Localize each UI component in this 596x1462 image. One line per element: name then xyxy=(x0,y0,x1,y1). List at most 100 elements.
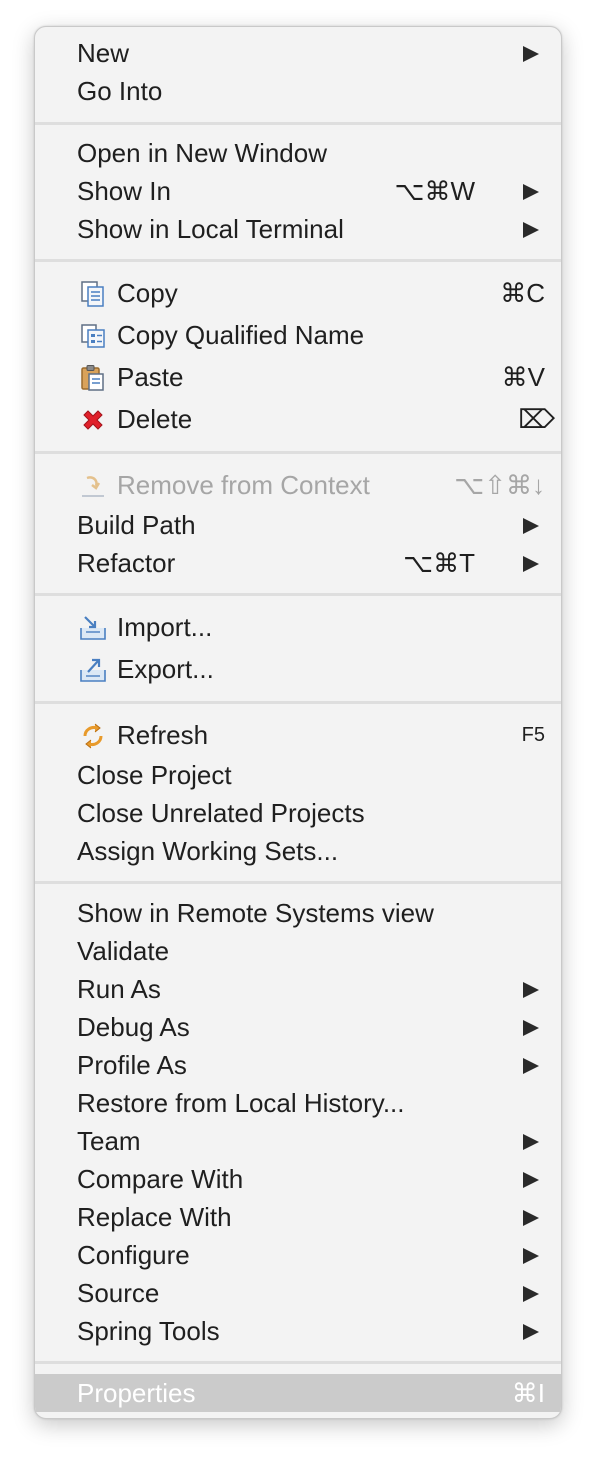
menu-item-configure-label: Configure xyxy=(77,1240,190,1270)
copy-icon xyxy=(81,281,104,307)
menu-item-copy-label: Copy xyxy=(117,278,178,308)
menu-item-show-in-shortcut: ⌥⌘W xyxy=(394,176,475,206)
menu-separator xyxy=(35,122,561,125)
menu-item-go-into-label: Go Into xyxy=(77,76,163,106)
menu-item-close-project-label: Close Project xyxy=(77,760,232,790)
submenu-arrow-icon xyxy=(523,1020,539,1036)
menu-item-show-in-local-terminal-label: Show in Local Terminal xyxy=(77,214,344,244)
menu-item-remove-from-context-label: Remove from Context xyxy=(117,470,370,500)
submenu-arrow-icon xyxy=(523,184,539,200)
menu-separator xyxy=(35,259,561,262)
menu-item-paste[interactable]: Paste ⌘V xyxy=(35,358,561,396)
menu-item-build-path[interactable]: Build Path xyxy=(35,506,561,544)
menu-item-copy-qualified-name-label: Copy Qualified Name xyxy=(117,320,365,350)
menu-item-refresh[interactable]: Refresh F5 xyxy=(35,716,561,754)
paste-icon xyxy=(81,365,104,391)
menu-separator xyxy=(35,593,561,596)
menu-item-paste-shortcut: ⌘V xyxy=(501,362,545,392)
submenu-arrow-icon xyxy=(523,1210,539,1226)
remove-context-icon xyxy=(82,476,104,497)
menu-item-copy-qualified-name[interactable]: Copy Qualified Name xyxy=(35,316,561,354)
submenu-arrow-icon xyxy=(523,1134,539,1150)
menu-item-restore-from-local-history-label: Restore from Local History... xyxy=(77,1088,405,1118)
menu-item-refresh-label: Refresh xyxy=(117,720,209,750)
menu-item-close-project[interactable]: Close Project xyxy=(35,756,561,794)
menu-item-team-label: Team xyxy=(77,1126,141,1156)
menu-item-show-in-remote-systems-view-label: Show in Remote Systems view xyxy=(77,898,434,928)
menu-item-refresh-shortcut: F5 xyxy=(521,724,545,746)
menu-item-properties[interactable]: Properties ⌘I xyxy=(35,1374,561,1412)
menu-item-import[interactable]: Import... xyxy=(35,608,561,646)
menu-item-run-as-label: Run As xyxy=(77,974,161,1004)
menu-item-profile-as[interactable]: Profile As xyxy=(35,1046,561,1084)
menu-item-profile-as-label: Profile As xyxy=(77,1050,187,1080)
menu-item-team[interactable]: Team xyxy=(35,1122,561,1160)
refresh-icon xyxy=(83,723,103,749)
menu-separator xyxy=(35,1361,561,1364)
menu-item-compare-with-label: Compare With xyxy=(77,1164,244,1194)
menu-item-replace-with-label: Replace With xyxy=(77,1202,232,1232)
menu-item-copy-shortcut: ⌘C xyxy=(500,278,545,308)
submenu-arrow-icon xyxy=(523,222,539,238)
copy-qualified-name-icon xyxy=(81,324,105,348)
menu-item-close-unrelated-projects[interactable]: Close Unrelated Projects xyxy=(35,794,561,832)
submenu-arrow-icon xyxy=(523,982,539,998)
submenu-arrow-icon xyxy=(523,1058,539,1074)
menu-item-validate[interactable]: Validate xyxy=(35,932,561,970)
menu-separator xyxy=(35,451,561,454)
submenu-arrow-icon xyxy=(523,1248,539,1264)
menu-item-configure[interactable]: Configure xyxy=(35,1236,561,1274)
menu-item-source-label: Source xyxy=(77,1278,160,1308)
menu-separator xyxy=(35,881,561,884)
menu-item-new[interactable]: New xyxy=(35,34,561,72)
menu-item-close-unrelated-projects-label: Close Unrelated Projects xyxy=(77,798,365,828)
menu-item-spring-tools-label: Spring Tools xyxy=(77,1316,220,1346)
menu-item-assign-working-sets[interactable]: Assign Working Sets... xyxy=(35,832,561,870)
menu-item-show-in[interactable]: Show In ⌥⌘W xyxy=(35,172,561,210)
menu-item-compare-with[interactable]: Compare With xyxy=(35,1160,561,1198)
menu-item-build-path-label: Build Path xyxy=(77,510,196,540)
menu-item-remove-from-context[interactable]: Remove from Context ⌥⇧⌘↓ xyxy=(35,466,561,504)
submenu-arrow-icon xyxy=(523,1172,539,1188)
menu-item-go-into[interactable]: Go Into xyxy=(35,72,561,110)
menu-item-properties-shortcut: ⌘I xyxy=(511,1378,545,1408)
menu-item-export-label: Export... xyxy=(117,654,214,684)
menu-item-new-label: New xyxy=(77,38,130,68)
menu-item-open-in-new-window-label: Open in New Window xyxy=(77,138,327,168)
import-icon xyxy=(80,616,106,640)
menu-item-properties-label: Properties xyxy=(77,1378,196,1408)
menu-item-delete[interactable]: Delete ⌦ xyxy=(35,400,561,438)
menu-separator xyxy=(35,701,561,704)
menu-item-delete-label: Delete xyxy=(117,404,193,434)
menu-item-import-label: Import... xyxy=(117,612,213,642)
menu-item-assign-working-sets-label: Assign Working Sets... xyxy=(77,836,339,866)
menu-item-refactor[interactable]: Refactor ⌥⌘T xyxy=(35,544,561,582)
menu-item-delete-shortcut: ⌦ xyxy=(518,404,555,434)
menu-item-replace-with[interactable]: Replace With xyxy=(35,1198,561,1236)
submenu-arrow-icon xyxy=(523,518,539,534)
menu-item-show-in-label: Show In xyxy=(77,176,171,206)
menu-item-spring-tools[interactable]: Spring Tools xyxy=(35,1312,561,1350)
menu-item-paste-label: Paste xyxy=(117,362,184,392)
menu-item-debug-as[interactable]: Debug As xyxy=(35,1008,561,1046)
menu-item-remove-from-context-shortcut: ⌥⇧⌘↓ xyxy=(454,470,545,500)
menu-item-show-in-local-terminal[interactable]: Show in Local Terminal xyxy=(35,210,561,248)
submenu-arrow-icon xyxy=(523,46,539,62)
delete-icon xyxy=(83,410,103,430)
menu-item-show-in-remote-systems-view[interactable]: Show in Remote Systems view xyxy=(35,894,561,932)
submenu-arrow-icon xyxy=(523,1324,539,1340)
menu-item-refactor-label: Refactor xyxy=(77,548,176,578)
menu-item-debug-as-label: Debug As xyxy=(77,1012,190,1042)
menu-item-source[interactable]: Source xyxy=(35,1274,561,1312)
export-icon xyxy=(80,658,106,682)
menu-item-validate-label: Validate xyxy=(77,936,170,966)
submenu-arrow-icon xyxy=(523,556,539,572)
menu-item-export[interactable]: Export... xyxy=(35,650,561,688)
menu-item-restore-from-local-history[interactable]: Restore from Local History... xyxy=(35,1084,561,1122)
menu-item-open-in-new-window[interactable]: Open in New Window xyxy=(35,134,561,172)
context-menu: New Go Into Open in New Window Show In ⌥… xyxy=(34,26,562,1419)
menu-item-copy[interactable]: Copy ⌘C xyxy=(35,274,561,312)
menu-item-refactor-shortcut: ⌥⌘T xyxy=(403,548,475,578)
submenu-arrow-icon xyxy=(523,1286,539,1302)
menu-item-run-as[interactable]: Run As xyxy=(35,970,561,1008)
